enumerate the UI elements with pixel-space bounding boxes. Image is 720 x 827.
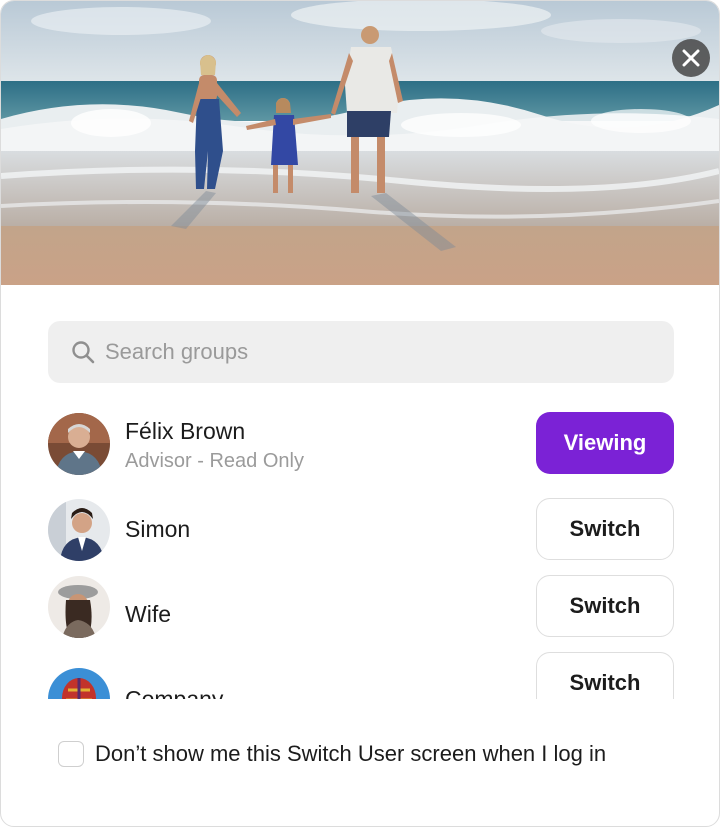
dont-show-again-checkbox[interactable] [58,741,84,767]
list-item: Wife Switch [1,575,719,639]
switch-user-dialog: Félix Brown Advisor - Read Only Viewing … [0,0,720,827]
avatar [48,499,110,561]
viewing-button[interactable]: Viewing [536,412,674,474]
hero-image [1,1,719,285]
user-name: Wife [125,601,171,627]
close-icon [682,49,700,67]
search-field[interactable] [48,321,674,383]
user-name: Simon [125,516,191,542]
avatar [48,668,110,699]
list-item: Simon Switch [1,498,719,562]
user-name: Félix Brown [125,418,246,444]
search-input[interactable] [105,339,645,365]
avatar [48,413,110,475]
user-list[interactable]: Félix Brown Advisor - Read Only Viewing … [1,401,719,699]
list-item: Company Switch [1,652,719,699]
search-icon [70,339,96,365]
switch-button[interactable]: Switch [536,652,674,699]
dont-show-again-label: Don’t show me this Switch User screen wh… [95,741,607,766]
list-item: Félix Brown Advisor - Read Only Viewing [1,412,719,476]
close-button[interactable] [672,39,710,77]
dont-show-again-option: Don’t show me this Switch User screen wh… [58,741,606,767]
avatar [48,576,110,638]
switch-button[interactable]: Switch [536,498,674,560]
user-role: Advisor - Read Only [125,450,304,472]
user-name: Company [125,686,224,699]
switch-button[interactable]: Switch [536,575,674,637]
